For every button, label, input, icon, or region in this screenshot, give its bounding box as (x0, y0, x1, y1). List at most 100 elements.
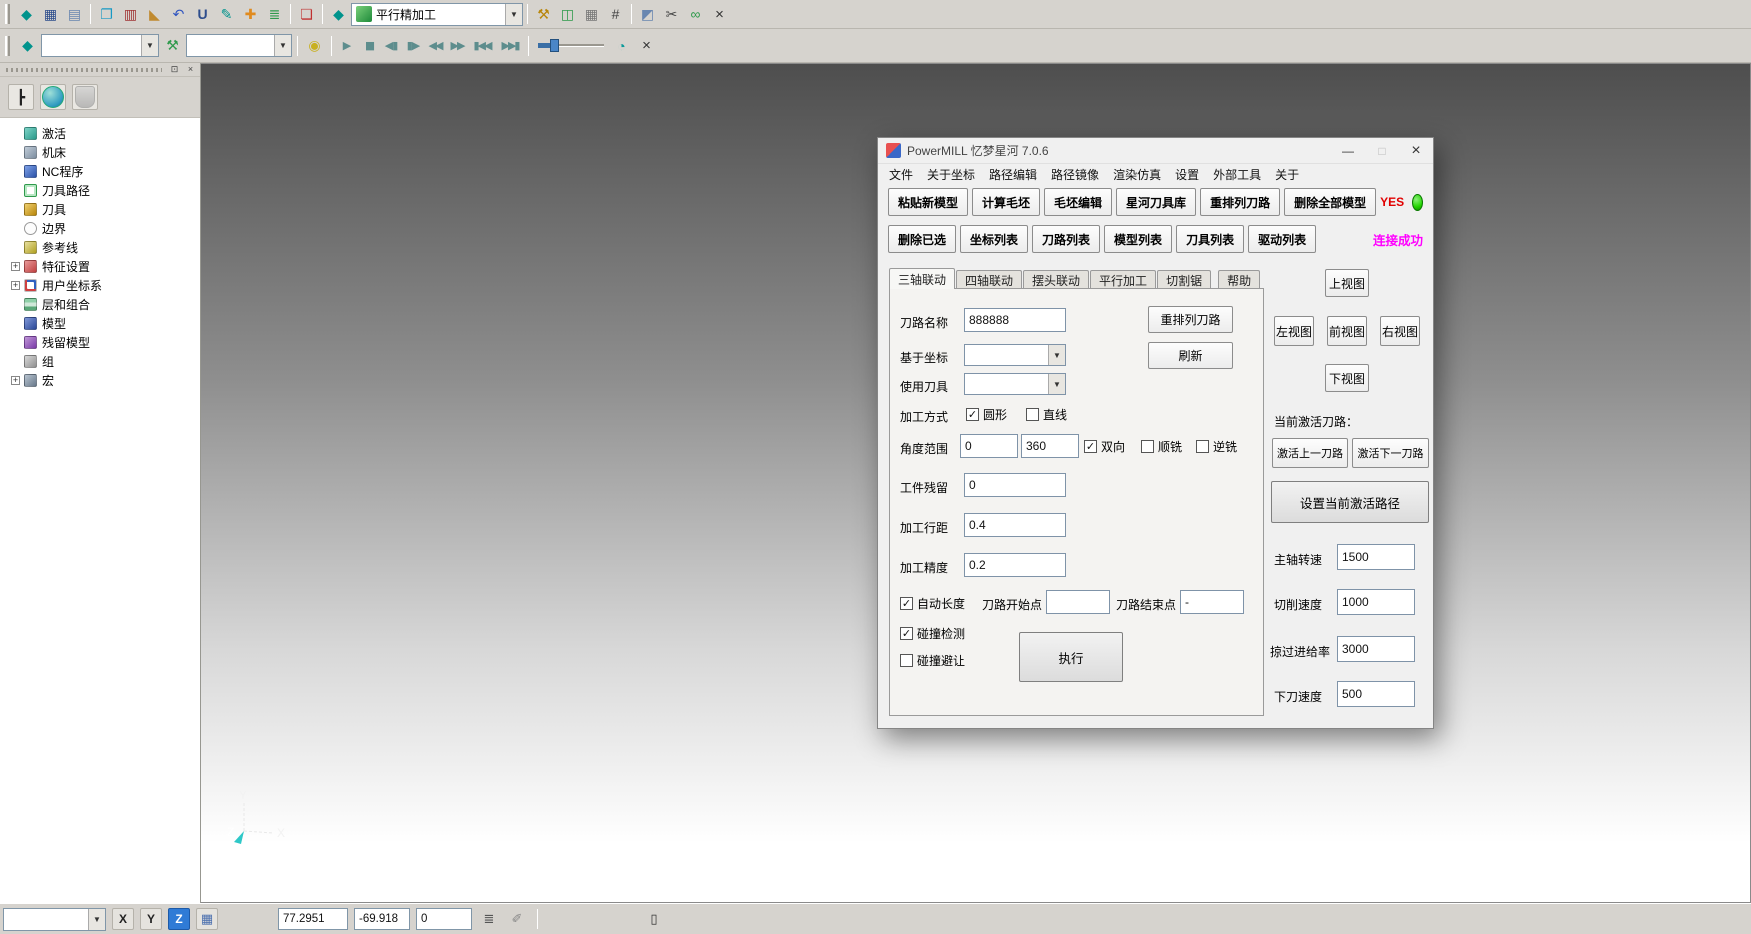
globe-button[interactable] (40, 84, 66, 110)
step-forward-icon[interactable] (403, 34, 423, 57)
draw-cursor-icon[interactable] (506, 908, 528, 930)
tree-item-groups[interactable]: 组 (0, 352, 200, 371)
list-icon[interactable] (478, 908, 500, 930)
close-icon[interactable] (184, 64, 197, 75)
rearrange-toolpath-button[interactable]: 重排列刀路 (1200, 188, 1280, 216)
tree-item-feature-sets[interactable]: 特征设置 (0, 257, 200, 276)
delete-selected-button[interactable]: 删除已选 (888, 225, 956, 253)
clamp-icon[interactable] (636, 3, 659, 26)
bulb-icon[interactable] (303, 34, 326, 57)
tree-item-activate[interactable]: 激活 (0, 124, 200, 143)
pin-icon[interactable] (168, 64, 181, 75)
menu-render-sim[interactable]: 渲染仿真 (1106, 166, 1168, 183)
toolbar-close-icon[interactable] (708, 3, 731, 26)
end-point-input[interactable] (1180, 590, 1244, 614)
activate-prev-button[interactable]: 激活上一刀路 (1272, 438, 1348, 468)
tree-view-icon[interactable] (8, 84, 34, 110)
annotation-icon[interactable] (191, 3, 214, 26)
fast-forward-icon[interactable] (447, 34, 467, 57)
view-top-button[interactable]: 上视图 (1325, 269, 1369, 297)
chart-icon[interactable] (556, 3, 579, 26)
diamond-icon[interactable] (327, 3, 350, 26)
strategy-dropdown[interactable]: 平行精加工 (351, 3, 523, 26)
view-left-button[interactable]: 左视图 (1274, 316, 1314, 346)
compute-stock-button[interactable]: 计算毛坯 (972, 188, 1040, 216)
stepover-input[interactable] (964, 513, 1066, 537)
view-icon[interactable] (684, 3, 707, 26)
skim-feed-input[interactable] (1337, 636, 1415, 662)
view-bottom-button[interactable]: 下视图 (1325, 364, 1369, 392)
menu-file[interactable]: 文件 (882, 166, 920, 183)
logo-icon[interactable] (16, 34, 39, 57)
simulation-speed-slider[interactable] (538, 37, 604, 54)
checkbox-bidirectional[interactable]: 双向 (1084, 438, 1125, 455)
grid-icon[interactable] (196, 908, 218, 930)
menu-coords[interactable]: 关于坐标 (920, 166, 982, 183)
frame-icon[interactable] (580, 3, 603, 26)
menu-settings[interactable]: 设置 (1168, 166, 1206, 183)
checkbox-climb[interactable]: 顺铣 (1141, 438, 1182, 455)
expand-icon[interactable] (11, 262, 20, 271)
tool-list-button[interactable]: 刀具列表 (1176, 225, 1244, 253)
panel-toggle-icon[interactable] (643, 908, 665, 930)
axis-z-button[interactable]: Z (168, 908, 190, 930)
stock-left-input[interactable] (964, 473, 1066, 497)
toolbar-close-icon[interactable] (635, 34, 658, 57)
tool-select-dropdown[interactable] (186, 34, 292, 57)
plunge-speed-input[interactable] (1337, 681, 1415, 707)
workplane-dropdown[interactable] (3, 908, 106, 931)
tab-4axis[interactable]: 四轴联动 (956, 270, 1022, 289)
expand-icon[interactable] (11, 376, 20, 385)
checkbox-linear[interactable]: 直线 (1026, 406, 1067, 423)
execute-button[interactable]: 执行 (1019, 632, 1123, 682)
cutting-speed-input[interactable] (1337, 589, 1415, 615)
tree-item-levels-sets[interactable]: 层和组合 (0, 295, 200, 314)
tool-library-button[interactable]: 星河刀具库 (1116, 188, 1196, 216)
paste-icon[interactable] (295, 3, 318, 26)
print-icon[interactable] (63, 3, 86, 26)
coordinate-x-input[interactable] (278, 908, 348, 930)
draw-icon[interactable] (215, 3, 238, 26)
toolbar-grip[interactable] (5, 4, 10, 24)
shield-button[interactable] (72, 84, 98, 110)
close-button[interactable] (1399, 139, 1433, 163)
refresh-button[interactable]: 刷新 (1148, 342, 1233, 369)
tree-item-machine[interactable]: 机床 (0, 143, 200, 162)
tool-select-icon[interactable] (161, 34, 184, 57)
save-icon[interactable] (39, 3, 62, 26)
calculator-icon[interactable] (604, 3, 627, 26)
tab-saw[interactable]: 切割锯 (1157, 270, 1211, 289)
explorer-drag-handle[interactable] (6, 68, 162, 72)
tab-swivel[interactable]: 摆头联动 (1023, 270, 1089, 289)
maximize-button[interactable] (1365, 139, 1399, 163)
use-tool-dropdown[interactable] (964, 373, 1066, 395)
cut-icon[interactable] (660, 3, 683, 26)
model-list-button[interactable]: 模型列表 (1104, 225, 1172, 253)
angle-to-input[interactable] (1021, 434, 1079, 458)
menu-path-mirror[interactable]: 路径镜像 (1044, 166, 1106, 183)
minimize-button[interactable] (1331, 139, 1365, 163)
menu-path-edit[interactable]: 路径编辑 (982, 166, 1044, 183)
tree-item-stock-models[interactable]: 残留模型 (0, 333, 200, 352)
tab-3axis[interactable]: 三轴联动 (889, 268, 955, 289)
toolbar-grip[interactable] (5, 36, 10, 56)
tab-help[interactable]: 帮助 (1218, 270, 1260, 289)
tree-item-tools[interactable]: 刀具 (0, 200, 200, 219)
tree-item-models[interactable]: 模型 (0, 314, 200, 333)
pause-icon[interactable] (359, 34, 379, 57)
tree-item-boundaries[interactable]: 边界 (0, 219, 200, 238)
tab-parallel[interactable]: 平行加工 (1090, 270, 1156, 289)
drive-list-button[interactable]: 驱动列表 (1248, 225, 1316, 253)
histogram-icon[interactable] (119, 3, 142, 26)
tree-item-patterns[interactable]: 参考线 (0, 238, 200, 257)
checkbox-conventional[interactable]: 逆铣 (1196, 438, 1237, 455)
view-right-button[interactable]: 右视图 (1380, 316, 1420, 346)
tree-item-workplanes[interactable]: 用户坐标系 (0, 276, 200, 295)
undo-icon[interactable] (167, 3, 190, 26)
paste-new-model-button[interactable]: 粘贴新模型 (888, 188, 968, 216)
coordinate-y-input[interactable] (354, 908, 410, 930)
play-icon[interactable] (337, 34, 357, 57)
axis-y-button[interactable]: Y (140, 908, 162, 930)
angle-from-input[interactable] (960, 434, 1018, 458)
go-start-icon[interactable] (469, 34, 495, 57)
